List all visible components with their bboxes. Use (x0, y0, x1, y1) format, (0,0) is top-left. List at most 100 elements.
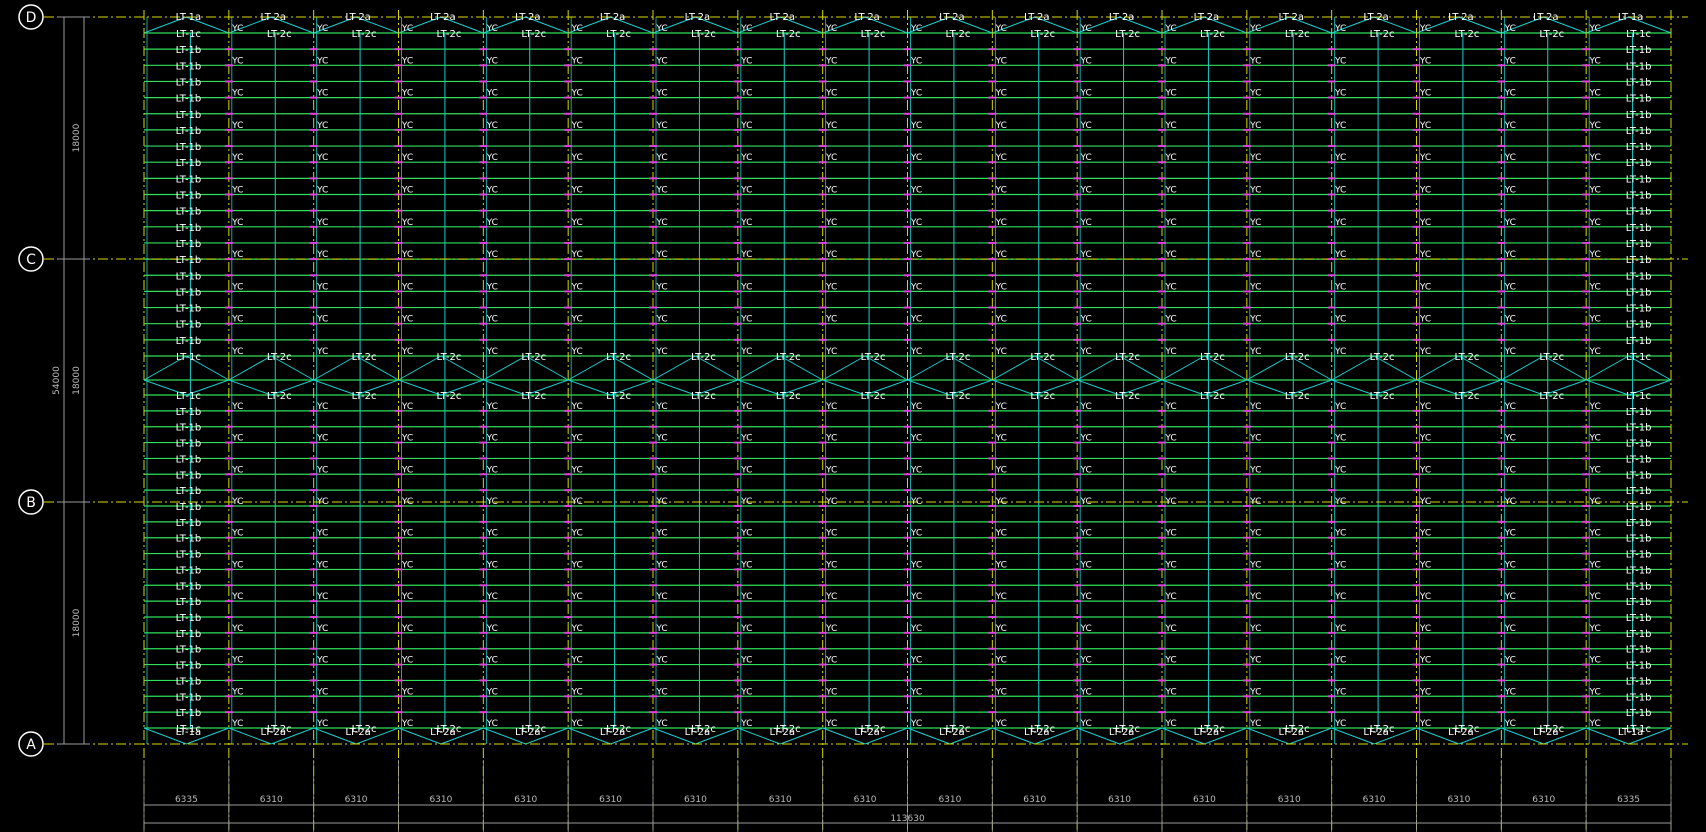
label-edge-right: LT-1b (1626, 581, 1652, 592)
label-bay-tag: YC (910, 687, 922, 697)
label-bay-tag: YC (740, 529, 752, 539)
label-bay-tag: YC (571, 347, 583, 357)
label-edge-left: LT-1b (176, 191, 202, 202)
label-bay-tag: YC (825, 153, 837, 163)
label-bay-tag: YC (655, 434, 667, 444)
label-bay-tag: YC (486, 315, 498, 325)
label-mid-row: LT-2c (1030, 29, 1055, 40)
label-bay-tag: YC (571, 465, 583, 475)
label-bay-tag: YC (1080, 624, 1092, 634)
label-mid-row: LT-2c (1200, 29, 1225, 40)
label-bay-tag: YC (910, 218, 922, 228)
label-bay-tag: YC (655, 282, 667, 292)
label-bay-tag: YC (1589, 624, 1601, 634)
label-bay-tag: YC (231, 560, 243, 570)
label-bay-tag: YC (571, 218, 583, 228)
label-bay-tag: YC (910, 153, 922, 163)
label-edge-left: LT-1b (176, 565, 202, 576)
label-bay-tag: YC (655, 529, 667, 539)
label-bay-tag: YC (571, 89, 583, 99)
label-bay-tag: YC (1249, 315, 1261, 325)
label-bay-tag: YC (995, 465, 1007, 475)
label-bay-tag: YC (401, 250, 413, 260)
label-bay-tag: YC (486, 56, 498, 66)
label-bay-tag: YC (1419, 402, 1431, 412)
label-mid-row: LT-2c (436, 352, 461, 363)
label-bay-tag: YC (486, 347, 498, 357)
segment-dim-text: 18000 (72, 123, 82, 152)
label-eave-top: LT-2a (1109, 12, 1134, 23)
label-bay-tag: YC (1249, 153, 1261, 163)
label-bay-tag: YC (1589, 24, 1601, 34)
label-bay-tag: YC (486, 121, 498, 131)
label-bay-tag: YC (1589, 465, 1601, 475)
label-bay-tag: YC (1249, 250, 1261, 260)
label-bay-tag: YC (231, 282, 243, 292)
label-bay-tag: YC (1589, 121, 1601, 131)
label-bay-tag: YC (1334, 282, 1346, 292)
label-bay-tag: YC (1589, 497, 1601, 507)
label-eave-top: LT-2a (1363, 12, 1388, 23)
axis-bubble-label: A (26, 737, 36, 753)
label-bay-tag: YC (1249, 529, 1261, 539)
label-bay-tag: YC (910, 250, 922, 260)
label-bay-tag: YC (231, 347, 243, 357)
label-bay-tag: YC (1334, 218, 1346, 228)
label-mid-row: LT-2c (691, 29, 716, 40)
label-bay-tag: YC (1419, 719, 1431, 729)
label-bay-tag: YC (995, 186, 1007, 196)
label-bay-tag: YC (1164, 719, 1176, 729)
label-bay-tag: YC (1249, 89, 1261, 99)
label-eave-top: LT-2a (1024, 12, 1049, 23)
label-bay-tag: YC (1334, 560, 1346, 570)
label-bay-tag: YC (401, 560, 413, 570)
label-edge-right: LT-1b (1626, 534, 1652, 545)
label-edge-right: LT-1b (1626, 597, 1652, 608)
label-bay-tag: YC (1334, 719, 1346, 729)
label-edge-right: LT-1b (1626, 174, 1652, 185)
label-bay-tag: YC (1249, 121, 1261, 131)
label-bay-tag: YC (316, 624, 328, 634)
label-bay-tag: YC (995, 719, 1007, 729)
axis-bubble-label: C (26, 252, 36, 268)
label-bay-tag: YC (486, 719, 498, 729)
label-mid-row: LT-2c (436, 391, 461, 402)
label-bay-tag: YC (910, 24, 922, 34)
label-bay-tag: YC (910, 186, 922, 196)
label-edge-left: LT-1b (176, 223, 202, 234)
label-bay-tag: YC (740, 218, 752, 228)
label-mid-row: LT-2c (1539, 29, 1564, 40)
label-edge-left: LT-1c (176, 391, 201, 402)
label-edge-right: LT-1b (1626, 336, 1652, 347)
label-bay-tag: YC (655, 315, 667, 325)
label-bay-tag: YC (1249, 186, 1261, 196)
label-edge-left: LT-1b (176, 45, 202, 56)
label-mid-row: LT-2c (606, 724, 631, 735)
label-bay-tag: YC (995, 592, 1007, 602)
label-edge-left: LT-1c (176, 352, 201, 363)
label-eave-top: LT-2a (515, 12, 540, 23)
label-mid-row: LT-2c (861, 724, 886, 735)
label-bay-tag: YC (825, 624, 837, 634)
bay-span-text: 6310 (260, 795, 283, 805)
label-bay-tag: YC (1249, 592, 1261, 602)
label-edge-left: LT-1b (176, 470, 202, 481)
label-bay-tag: YC (486, 153, 498, 163)
label-mid-row: LT-2c (1285, 352, 1310, 363)
label-edge-left: LT-1b (176, 454, 202, 465)
label-bay-tag: YC (995, 121, 1007, 131)
drawing-background (0, 0, 1706, 832)
label-bay-tag: YC (1589, 434, 1601, 444)
label-bay-tag: YC (486, 89, 498, 99)
label-bay-tag: YC (1334, 624, 1346, 634)
label-bay-tag: YC (1419, 656, 1431, 666)
label-bay-tag: YC (910, 434, 922, 444)
label-bay-tag: YC (401, 56, 413, 66)
label-bay-tag: YC (486, 282, 498, 292)
label-bay-tag: YC (740, 560, 752, 570)
label-bay-tag: YC (1419, 465, 1431, 475)
label-mid-row: LT-2c (521, 391, 546, 402)
label-bay-tag: YC (1080, 186, 1092, 196)
label-bay-tag: YC (910, 347, 922, 357)
label-bay-tag: YC (825, 282, 837, 292)
